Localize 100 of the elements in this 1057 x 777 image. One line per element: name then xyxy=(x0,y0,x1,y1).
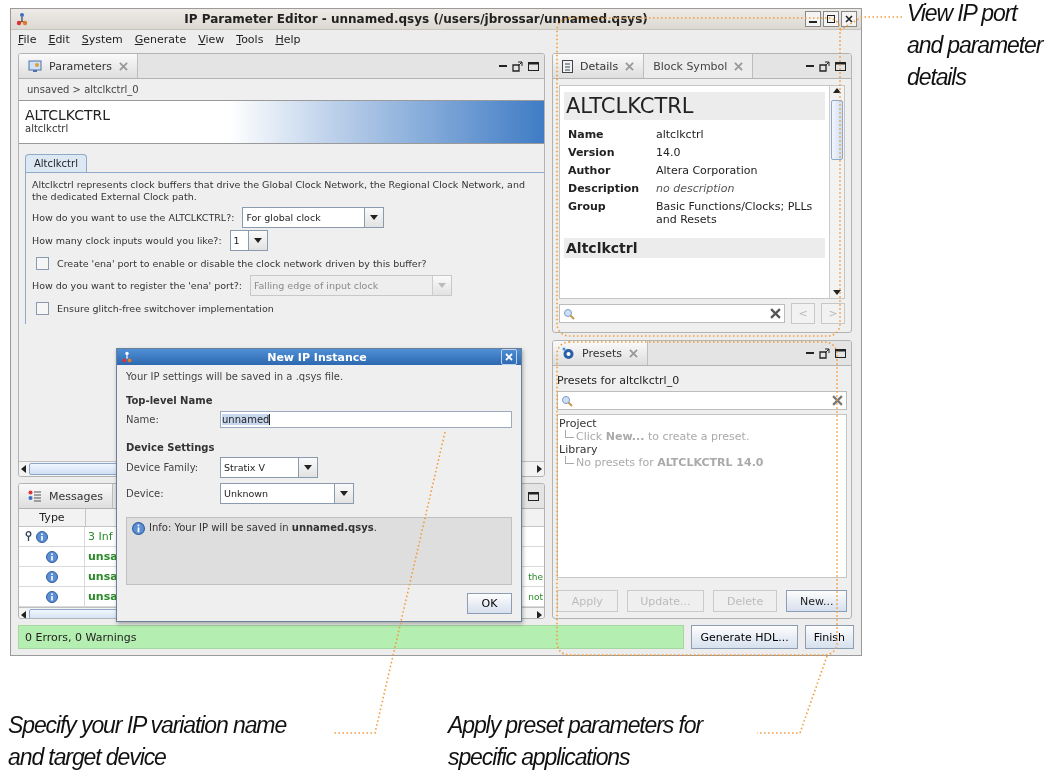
panel-tab[interactable]: Block Symbol xyxy=(644,54,754,78)
status-bar: 0 Errors, 0 Warnings xyxy=(18,625,685,649)
maximize-icon xyxy=(827,15,835,23)
details-title: ALTCLKCTRL xyxy=(564,92,825,120)
callout-text: Specify your IP variation name and target device xyxy=(8,711,288,772)
dropdown[interactable]: Unknown xyxy=(220,483,354,504)
window-title: IP Parameter Editor - unnamed.qsys (/users/jbrossar/unnamed.qsys) xyxy=(183,12,649,26)
panel-tab[interactable]: Parameters xyxy=(19,54,138,78)
message-text: the xyxy=(528,571,544,582)
menu-item[interactable]: Generate xyxy=(134,32,187,46)
property-label: Author xyxy=(568,164,612,177)
maximize-icon[interactable] xyxy=(528,491,539,501)
menu-item[interactable]: Help xyxy=(275,32,301,46)
property-value: Basic Functions/Clocks; PLLs and Resets xyxy=(656,200,814,226)
expand-icon[interactable] xyxy=(25,531,32,542)
panel-tab[interactable]: Presets xyxy=(553,341,649,365)
close-icon xyxy=(505,353,513,361)
property-value: Altera Corporation xyxy=(656,164,759,177)
checkbox[interactable] xyxy=(36,301,49,315)
action-button[interactable]: Generate HDL... xyxy=(691,625,798,649)
message-text: not xyxy=(528,591,544,602)
info-icon xyxy=(45,570,58,583)
scroll-left-icon xyxy=(19,464,29,474)
menu-item[interactable]: View xyxy=(198,32,225,46)
breadcrumb: unsaved > altclkctrl_0 xyxy=(26,83,140,98)
leader-line xyxy=(839,16,904,31)
field-label: Device: xyxy=(126,488,165,499)
close-icon[interactable] xyxy=(629,348,639,358)
tree-item[interactable]: Project xyxy=(559,417,845,430)
intro-text: Your IP settings will be saved in a .qsys file. xyxy=(126,371,345,382)
menu-item[interactable]: System xyxy=(81,32,123,46)
checkbox[interactable] xyxy=(36,256,49,270)
dropdown[interactable]: For global clock xyxy=(242,207,385,228)
property-value: altclkctrl xyxy=(656,128,705,141)
detach-icon[interactable] xyxy=(819,347,830,359)
preset-button[interactable]: New... xyxy=(786,590,847,612)
component-title: ALTCLKCTRL xyxy=(25,107,112,123)
field-label: Name: xyxy=(126,414,160,425)
component-subtitle: altclkctrl xyxy=(25,123,70,134)
message-text: 3 Inf xyxy=(87,530,113,543)
property-label: Description xyxy=(568,182,641,195)
search-field[interactable] xyxy=(557,391,847,410)
ok-button[interactable]: OK xyxy=(467,593,512,614)
info-text: Info: Your IP will be saved in unnamed.qsys. xyxy=(149,522,377,533)
property-label: Group xyxy=(568,200,607,215)
section-heading: Altclkctrl xyxy=(564,238,825,258)
checkbox-label: Create 'ena' port to enable or disable the clock network driven by this buffer? xyxy=(57,257,427,269)
minimize-button[interactable] xyxy=(805,11,821,27)
maximize-icon[interactable] xyxy=(528,61,539,71)
scroll-right-icon xyxy=(534,464,544,474)
messages-icon xyxy=(28,490,42,502)
minimize-icon[interactable] xyxy=(499,64,507,68)
minimize-icon[interactable] xyxy=(806,64,814,68)
panel-tab[interactable]: Messages xyxy=(19,484,113,508)
name-field[interactable]: unnamed xyxy=(220,411,512,428)
minimize-icon[interactable] xyxy=(806,351,814,355)
section-heading: Top-level Name xyxy=(126,395,214,406)
search-icon xyxy=(561,394,573,407)
presets-label: Presets for altclkctrl_0 xyxy=(556,373,681,389)
dropdown[interactable]: 1 xyxy=(229,230,268,251)
presets-icon xyxy=(562,346,575,360)
dialog-title: New IP Instance xyxy=(266,350,368,364)
close-button[interactable] xyxy=(841,11,857,27)
tree-item[interactable]: Library xyxy=(559,443,845,456)
callout-text: Apply preset parameters for specific applications xyxy=(448,711,705,772)
menu-item[interactable]: Edit xyxy=(48,32,70,46)
info-icon xyxy=(132,522,145,535)
action-button[interactable]: Finish xyxy=(804,625,854,649)
menu-item[interactable]: File xyxy=(18,32,37,46)
dropdown[interactable]: Stratix V xyxy=(220,457,318,478)
scroll-thumb[interactable] xyxy=(831,100,843,160)
detach-icon[interactable] xyxy=(512,60,523,72)
field-label: How many clock inputs would you like?: xyxy=(32,235,222,246)
checkbox-label: Ensure glitch-free switchover implementation xyxy=(57,302,274,314)
search-icon xyxy=(563,307,575,320)
maximize-icon[interactable] xyxy=(835,61,846,71)
close-icon xyxy=(845,15,853,23)
clear-icon[interactable] xyxy=(832,395,843,406)
app-logo-icon xyxy=(121,351,133,363)
maximize-button[interactable] xyxy=(823,11,839,27)
callout-text: View IP port and parameter details xyxy=(907,0,1045,92)
app-logo-icon xyxy=(15,12,29,26)
scroll-up-icon xyxy=(832,86,842,96)
parameters-icon xyxy=(28,59,42,73)
description-text: Altclkctrl represents clock buffers that drive the Global Clock Network, the Regional Clock Network, and the dedicated External Clock path. xyxy=(32,179,526,203)
info-icon xyxy=(36,530,48,543)
search-field[interactable] xyxy=(559,304,785,323)
property-label: Version xyxy=(568,146,616,159)
property-value: 14.0 xyxy=(656,146,682,159)
detach-icon[interactable] xyxy=(819,60,830,72)
clear-icon[interactable] xyxy=(770,308,781,319)
document-icon xyxy=(562,59,573,73)
section-heading: Device Settings xyxy=(126,442,216,453)
maximize-icon[interactable] xyxy=(835,348,846,358)
settings-tab[interactable]: Altclkctrl xyxy=(25,154,87,172)
panel-tab[interactable]: Details xyxy=(553,54,645,78)
property-label: Name xyxy=(568,128,605,141)
column-header: Type xyxy=(19,509,86,526)
menu-item[interactable]: Tools xyxy=(236,32,264,46)
vertical-scrollbar[interactable] xyxy=(829,86,844,298)
